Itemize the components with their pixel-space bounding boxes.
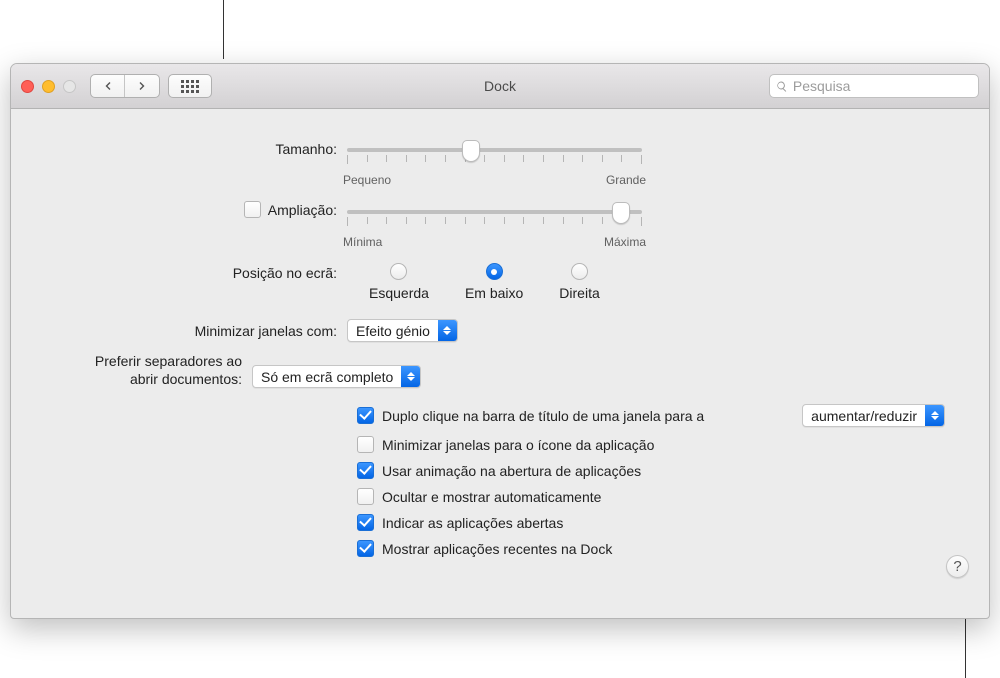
zoom-window-button[interactable] — [63, 80, 76, 93]
chevron-right-icon — [136, 80, 148, 92]
forward-button[interactable] — [125, 75, 159, 97]
minimize-effect-popup[interactable]: Efeito génio — [347, 319, 458, 342]
show-recents-row: Mostrar aplicações recentes na Dock — [357, 540, 953, 557]
prefer-tabs-label-line1: Preferir separadores ao — [47, 352, 242, 370]
double-click-checkbox[interactable] — [357, 407, 374, 424]
prefer-tabs-row: Preferir separadores ao abrir documentos… — [47, 352, 953, 388]
position-bottom-label: Em baixo — [465, 285, 523, 301]
size-slider-thumb[interactable] — [462, 140, 480, 162]
size-min-label: Pequeno — [343, 173, 391, 187]
size-slider[interactable] — [347, 145, 642, 169]
magnification-label: Ampliação: — [268, 202, 337, 218]
size-row: Tamanho: Pequeno Grande — [47, 139, 953, 189]
chevron-up-down-icon — [401, 366, 420, 387]
window-toolbar: Dock — [11, 64, 989, 109]
position-label: Posição no ecrã: — [47, 263, 347, 281]
magnification-row: Ampliação: Mínima Máxima — [47, 201, 953, 251]
position-right-radio[interactable] — [571, 263, 588, 280]
double-click-action-popup[interactable]: aumentar/reduzir — [802, 404, 945, 427]
chevron-up-down-icon — [925, 405, 944, 426]
magnification-slider-thumb[interactable] — [612, 202, 630, 224]
position-left-label: Esquerda — [369, 285, 429, 301]
animate-open-row: Usar animação na abertura de aplicações — [357, 462, 953, 479]
back-button[interactable] — [91, 75, 125, 97]
minimize-into-icon-label: Minimizar janelas para o ícone da aplica… — [382, 437, 654, 453]
help-button[interactable]: ? — [946, 555, 969, 578]
show-recents-label: Mostrar aplicações recentes na Dock — [382, 541, 612, 557]
position-right-label: Direita — [559, 285, 599, 301]
chevron-left-icon — [102, 80, 114, 92]
nav-back-forward — [90, 74, 160, 98]
minimize-effect-row: Minimizar janelas com: Efeito génio — [47, 319, 953, 342]
show-indicators-checkbox[interactable] — [357, 514, 374, 531]
size-max-label: Grande — [606, 173, 646, 187]
show-all-prefs-button[interactable] — [168, 74, 212, 98]
search-icon — [776, 80, 788, 93]
show-indicators-label: Indicar as aplicações abertas — [382, 515, 563, 531]
animate-open-checkbox[interactable] — [357, 462, 374, 479]
magnification-max-label: Máxima — [604, 235, 646, 249]
position-bottom-radio[interactable] — [486, 263, 503, 280]
magnification-checkbox[interactable] — [244, 201, 261, 218]
double-click-action-value: aumentar/reduzir — [803, 408, 925, 424]
prefer-tabs-popup[interactable]: Só em ecrã completo — [252, 365, 421, 388]
autohide-label: Ocultar e mostrar automaticamente — [382, 489, 601, 505]
prefer-tabs-label-line2: abrir documentos: — [47, 370, 242, 388]
minimize-into-icon-checkbox[interactable] — [357, 436, 374, 453]
window-traffic-lights — [21, 80, 76, 93]
callout-line-bottom — [965, 619, 966, 678]
callout-line-top — [223, 0, 224, 59]
prefer-tabs-value: Só em ecrã completo — [253, 369, 401, 385]
search-field[interactable] — [769, 74, 979, 98]
checkbox-list: Duplo clique na barra de título de uma j… — [357, 404, 953, 557]
size-label: Tamanho: — [47, 139, 347, 157]
show-recents-checkbox[interactable] — [357, 540, 374, 557]
grid-icon — [181, 80, 199, 93]
double-click-label: Duplo clique na barra de título de uma j… — [382, 408, 704, 424]
chevron-up-down-icon — [438, 320, 457, 341]
magnification-slider[interactable] — [347, 207, 642, 231]
autohide-checkbox[interactable] — [357, 488, 374, 505]
minimize-effect-label: Minimizar janelas com: — [47, 323, 347, 339]
minimize-effect-value: Efeito génio — [348, 323, 438, 339]
show-indicators-row: Indicar as aplicações abertas — [357, 514, 953, 531]
animate-open-label: Usar animação na abertura de aplicações — [382, 463, 641, 479]
double-click-row: Duplo clique na barra de título de uma j… — [357, 404, 953, 427]
minimize-into-icon-row: Minimizar janelas para o ícone da aplica… — [357, 436, 953, 453]
dock-prefs-window: Dock Tamanho: Pequeno Grande — [10, 63, 990, 619]
magnification-min-label: Mínima — [343, 235, 382, 249]
minimize-window-button[interactable] — [42, 80, 55, 93]
search-input[interactable] — [793, 78, 972, 94]
autohide-row: Ocultar e mostrar automaticamente — [357, 488, 953, 505]
position-left-radio[interactable] — [390, 263, 407, 280]
close-window-button[interactable] — [21, 80, 34, 93]
position-row: Posição no ecrã: Esquerda Em baixo Direi… — [47, 263, 953, 301]
question-mark-icon: ? — [953, 558, 961, 575]
pane-body: Tamanho: Pequeno Grande Ampliação: — [11, 109, 989, 596]
